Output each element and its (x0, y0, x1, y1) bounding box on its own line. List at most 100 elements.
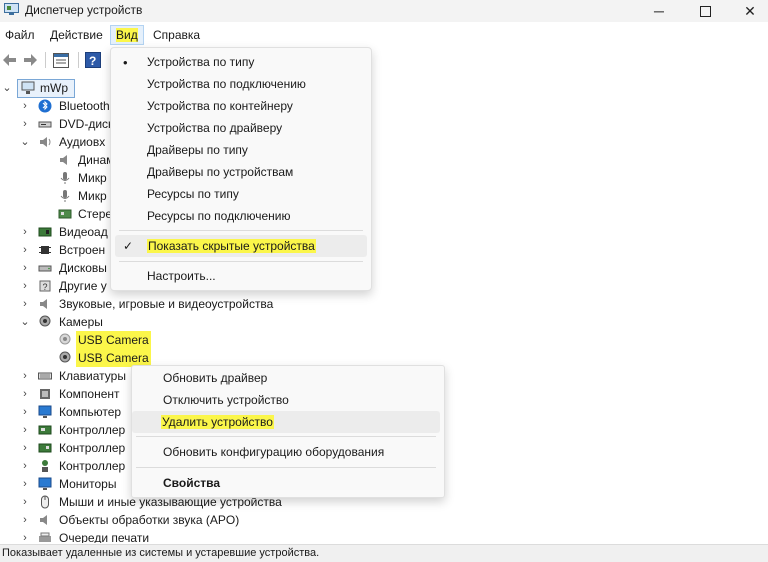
monitor-icon (38, 405, 52, 418)
tree-item-firmware[interactable]: › Встроен (0, 241, 120, 259)
help-button[interactable]: ? (84, 51, 102, 69)
chevron-right-icon[interactable]: › (20, 259, 30, 277)
tree-item-video-adapters[interactable]: › Видеоад (0, 223, 120, 241)
chevron-right-icon[interactable]: › (20, 403, 30, 421)
controller-icon (38, 443, 52, 453)
menu-bar: Файл Действие Вид Справка (0, 24, 768, 46)
context-item-uninstall-device[interactable]: Удалить устройство (132, 411, 440, 433)
context-item-disable-device[interactable]: Отключить устройство (163, 389, 289, 411)
chevron-right-icon[interactable]: › (20, 367, 30, 385)
view-menu-item-drivers-by-device[interactable]: Драйверы по устройствам (147, 161, 293, 183)
chevron-right-icon[interactable]: › (20, 457, 30, 475)
chevron-right-icon[interactable]: › (20, 511, 30, 529)
menu-view[interactable]: Вид (110, 25, 144, 45)
display-adapter-icon (38, 227, 52, 237)
close-button[interactable]: ✕ (727, 0, 768, 22)
tree-item-usb-camera-2[interactable]: USB Camera (0, 349, 151, 367)
chevron-right-icon[interactable]: › (20, 223, 30, 241)
menu-separator (119, 261, 363, 262)
view-menu-item-by-container[interactable]: Устройства по контейнеру (147, 95, 293, 117)
tree-item-label: Контроллер (59, 459, 126, 473)
tree-item-usb-camera-1[interactable]: USB Camera (0, 331, 151, 349)
tree-root-label: mWp (40, 81, 68, 95)
forward-button[interactable] (22, 51, 40, 69)
speaker-icon (40, 137, 51, 147)
tree-item-label: Bluetooth (59, 99, 110, 113)
context-item-scan-hardware[interactable]: Обновить конфигурацию оборудования (163, 441, 384, 463)
menu-file[interactable]: Файл (0, 26, 40, 44)
tree-item-label: Дисковы (59, 261, 107, 275)
menu-separator (136, 467, 436, 468)
view-menu-item-resources-by-type[interactable]: Ресурсы по типу (147, 183, 239, 205)
tree-item-other-devices[interactable]: › ? Другие у (0, 277, 120, 295)
view-menu-item-show-hidden[interactable]: ✓ Показать скрытые устройства (115, 235, 367, 257)
svg-text:?: ? (43, 282, 48, 292)
webcam-icon (39, 315, 51, 327)
chevron-right-icon[interactable]: › (20, 493, 30, 511)
menu-help[interactable]: Справка (148, 26, 205, 44)
view-menu-item-by-type[interactable]: Устройства по типу (147, 51, 254, 73)
chevron-right-icon[interactable]: › (20, 277, 30, 295)
view-menu-item-drivers-by-type[interactable]: Драйверы по типу (147, 139, 248, 161)
title-bar: Диспетчер устройств ─ ✕ (0, 0, 768, 22)
context-item-update-driver[interactable]: Обновить драйвер (163, 367, 267, 389)
chevron-down-icon[interactable]: ⌄ (20, 313, 30, 331)
tree-item-audio-io[interactable]: ⌄ Аудиовх (0, 133, 120, 151)
tree-item-disk-drives[interactable]: › Дисковы (0, 259, 120, 277)
disk-drive-icon (38, 265, 52, 272)
tree-item-keyboards[interactable]: › Клавиатуры (0, 367, 130, 385)
tree-item-print-queues[interactable]: › Очереди печати (0, 529, 200, 543)
chevron-right-icon[interactable]: › (20, 385, 30, 403)
maximize-button[interactable] (682, 0, 728, 22)
tree-item-cameras[interactable]: ⌄ Камеры (0, 313, 140, 331)
chevron-right-icon[interactable]: › (20, 97, 30, 115)
tree-item-controller-2[interactable]: › Контроллер (0, 439, 130, 457)
chevron-down-icon[interactable]: ⌄ (20, 133, 30, 151)
chevron-right-icon[interactable]: › (20, 115, 30, 133)
component-icon (40, 389, 50, 399)
tree-item-sound-video-game[interactable]: › Звуковые, игровые и видеоустройства (0, 295, 300, 313)
chevron-right-icon[interactable]: › (20, 421, 30, 439)
menu-action[interactable]: Действие (45, 26, 108, 44)
tree-item-controller-1[interactable]: › Контроллер (0, 421, 130, 439)
tree-item-mic-2[interactable]: Микр (0, 187, 120, 205)
minimize-button[interactable]: ─ (636, 0, 682, 22)
chevron-right-icon[interactable]: › (20, 439, 30, 457)
tree-item-label: USB Camera (76, 331, 151, 349)
status-bar: Показывает удаленные из системы и устаре… (0, 544, 768, 562)
tree-item-label: Мониторы (59, 477, 117, 491)
tree-item-mic-1[interactable]: Микр (0, 169, 120, 187)
tree-item-dvd[interactable]: › DVD-диск (0, 115, 120, 133)
tree-item-stereo[interactable]: Стере (0, 205, 120, 223)
tree-item-controller-3[interactable]: › Контроллер (0, 457, 130, 475)
tree-item-label: Камеры (59, 315, 103, 329)
view-menu: • Устройства по типу Устройства по подкл… (110, 47, 372, 291)
context-menu: Обновить драйвер Отключить устройство Уд… (131, 365, 445, 498)
context-item-properties[interactable]: Свойства (163, 472, 220, 494)
status-text: Показывает удаленные из системы и устаре… (2, 547, 320, 559)
properties-button[interactable] (52, 51, 70, 69)
tree-item-bluetooth[interactable]: › Bluetooth (0, 97, 120, 115)
view-menu-item-customize[interactable]: Настроить... (147, 265, 216, 287)
uninstall-device-label: Удалить устройство (161, 415, 274, 429)
view-menu-item-resources-by-connection[interactable]: Ресурсы по подключению (147, 205, 290, 227)
tree-item-label: DVD-диск (59, 117, 114, 131)
view-menu-item-by-connection[interactable]: Устройства по подключению (147, 73, 306, 95)
chevron-right-icon[interactable]: › (20, 529, 30, 543)
chevron-right-icon[interactable]: › (20, 295, 30, 313)
view-menu-item-by-driver[interactable]: Устройства по драйверу (147, 117, 282, 139)
tree-item-label: Динам (78, 153, 115, 167)
tree-item-label: Клавиатуры (59, 369, 126, 383)
chevron-right-icon[interactable]: › (20, 475, 30, 493)
tree-item-monitors[interactable]: › Мониторы (0, 475, 130, 493)
tree-item-label: Очереди печати (59, 531, 150, 543)
tree-item-components[interactable]: › Компонент (0, 385, 130, 403)
forward-arrow-icon (24, 54, 37, 66)
back-button[interactable] (0, 51, 18, 69)
tree-item-label: Встроен (59, 243, 106, 257)
tree-item-speakers[interactable]: Динам (0, 151, 120, 169)
tree-item-computer[interactable]: › Компьютер (0, 403, 130, 421)
chevron-right-icon[interactable]: › (20, 241, 30, 259)
tree-item-apo[interactable]: › Объекты обработки звука (APO) (0, 511, 300, 529)
chevron-down-icon[interactable]: ⌄ (2, 79, 12, 97)
